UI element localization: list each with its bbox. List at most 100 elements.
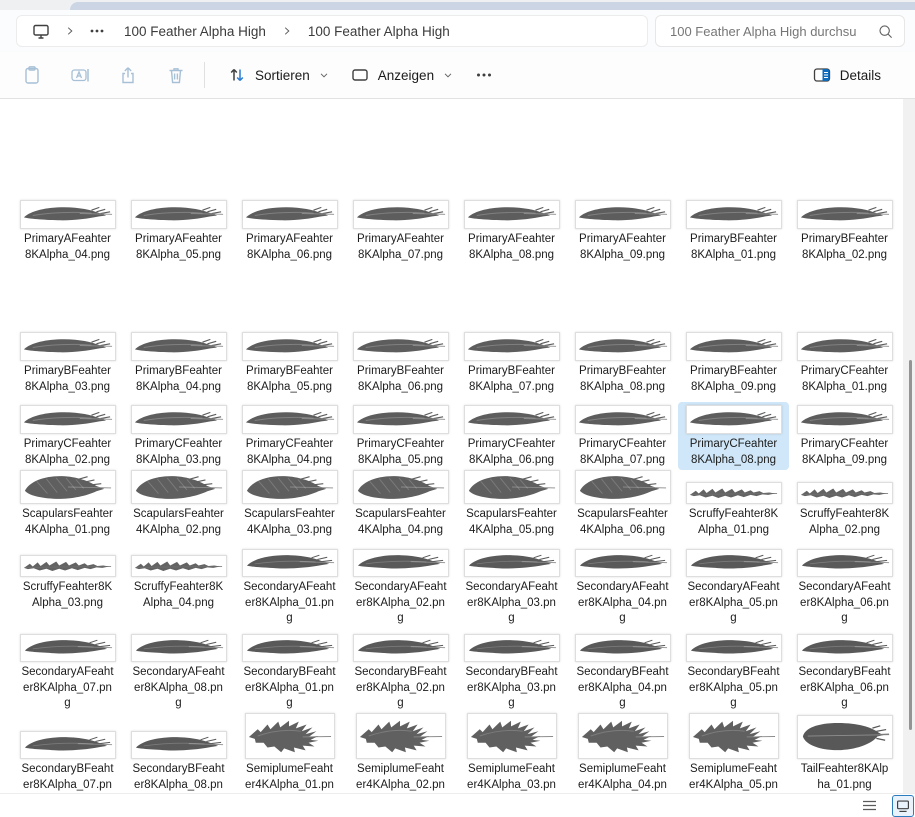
file-item[interactable]: ScapularsFeahter 4KAlpha_04.png [345,467,456,540]
breadcrumb-overflow-ellipsis[interactable] [85,23,109,39]
file-item[interactable]: PrimaryCFeahter 8KAlpha_03.png [123,402,234,470]
file-thumbnail [796,469,893,504]
feather-image [578,475,667,500]
vertical-scrollbar[interactable] [903,99,915,793]
file-item[interactable]: PrimaryAFeahter 8KAlpha_04.png [12,198,123,265]
file-item[interactable]: SecondaryAFeaht er8KAlpha_05.pn g [678,547,789,629]
file-name: SecondaryAFeaht er8KAlpha_01.pn g [243,581,336,624]
file-item[interactable]: PrimaryCFeahter 8KAlpha_02.png [12,402,123,470]
file-item[interactable]: SecondaryAFeaht er8KAlpha_02.pn g [345,547,456,629]
sort-button[interactable]: Sortieren [217,59,340,91]
file-thumbnail [19,469,116,504]
file-item[interactable]: SecondaryBFeaht er8KAlpha_01.pn g [234,630,345,714]
search-input[interactable] [668,22,877,40]
file-item[interactable]: ScruffyFeahter8K Alpha_04.png [123,547,234,629]
file-item[interactable]: PrimaryAFeahter 8KAlpha_05.png [123,198,234,265]
magnifier-icon[interactable] [877,23,894,40]
view-label: Anzeigen [377,67,435,83]
feather-image [245,475,334,500]
file-item[interactable]: PrimaryBFeahter 8KAlpha_03.png [12,329,123,397]
breadcrumb-item-current[interactable]: 100 Feather Alpha High [302,21,456,42]
view-button[interactable]: Anzeigen [340,59,464,91]
file-name: PrimaryBFeahter 8KAlpha_02.png [801,233,888,261]
toolbar-separator [204,62,205,88]
feather-image [358,720,443,753]
scrollbar-thumb[interactable] [909,360,912,730]
more-options-ellipsis-icon[interactable] [474,65,494,85]
file-item[interactable]: PrimaryCFeahter 8KAlpha_01.png [789,329,900,397]
file-thumbnail [241,469,338,504]
file-thumbnail [463,404,560,434]
details-pane-button[interactable]: Details [804,59,889,91]
file-item[interactable]: TailFeahter8KAlp ha_01.png [789,711,900,793]
grid-row: SecondaryAFeaht er8KAlpha_07.pn g Secondary… [12,630,900,714]
file-item[interactable]: SemiplumeFeahter4KAlpha_02.png [345,711,456,793]
file-item[interactable]: SecondaryAFeaht er8KAlpha_08.pn g [123,630,234,714]
file-item[interactable]: PrimaryCFeahter 8KAlpha_08.png [678,402,789,470]
feather-image [688,411,779,426]
file-item[interactable]: ScapularsFeahter 4KAlpha_06.png [567,467,678,540]
file-item[interactable]: ScruffyFeahter8K Alpha_03.png [12,547,123,629]
file-item[interactable]: ScapularsFeahter 4KAlpha_01.png [12,467,123,540]
file-item[interactable]: SecondaryAFeaht er8KAlpha_03.pn g [456,547,567,629]
file-name: SecondaryAFeaht er8KAlpha_08.pn g [132,666,225,709]
thumbnail-view-icon[interactable] [892,794,914,817]
feather-image [133,561,223,572]
file-item[interactable]: PrimaryBFeahter 8KAlpha_05.png [234,329,345,397]
file-item[interactable]: PrimaryAFeahter 8KAlpha_06.png [234,198,345,265]
file-item[interactable]: ScapularsFeahter 4KAlpha_02.png [123,467,234,540]
file-item[interactable]: PrimaryAFeahter 8KAlpha_07.png [345,198,456,265]
chevron-down-icon [318,69,330,81]
file-item[interactable]: PrimaryCFeahter 8KAlpha_09.png [789,402,900,470]
file-item[interactable]: SecondaryAFeaht er8KAlpha_06.pn g [789,547,900,629]
file-name: PrimaryBFeahter 8KAlpha_07.png [468,365,555,393]
file-name: ScapularsFeahter 4KAlpha_05.png [466,508,557,536]
file-item[interactable]: PrimaryAFeahter 8KAlpha_09.png [567,198,678,265]
file-item[interactable]: PrimaryCFeahter 8KAlpha_05.png [345,402,456,470]
file-item[interactable]: PrimaryCFeahter 8KAlpha_07.png [567,402,678,470]
file-item[interactable]: SecondaryAFeaht er8KAlpha_04.pn g [567,547,678,629]
file-item[interactable]: SecondaryAFeaht er8KAlpha_01.pn g [234,547,345,629]
delete-icon[interactable] [166,65,186,85]
file-item[interactable]: PrimaryCFeahter 8KAlpha_04.png [234,402,345,470]
file-item[interactable]: SecondaryBFeahter8KAlpha_08.png [123,711,234,793]
file-item[interactable]: PrimaryCFeahter 8KAlpha_06.png [456,402,567,470]
file-item[interactable]: SecondaryBFeahter8KAlpha_07.png [12,711,123,793]
file-item[interactable]: PrimaryBFeahter 8KAlpha_08.png [567,329,678,397]
file-item[interactable]: SecondaryBFeaht er8KAlpha_06.pn g [789,630,900,714]
file-item[interactable]: PrimaryBFeahter 8KAlpha_07.png [456,329,567,397]
file-item[interactable]: PrimaryBFeahter 8KAlpha_02.png [789,198,900,265]
list-view-icon[interactable] [858,796,880,816]
file-item[interactable]: SecondaryBFeaht er8KAlpha_03.pn g [456,630,567,714]
file-item[interactable]: SemiplumeFeahter4KAlpha_03.png [456,711,567,793]
window-top-band [70,2,915,10]
file-name: PrimaryCFeahter 8KAlpha_03.png [134,438,223,466]
file-item[interactable]: SecondaryBFeaht er8KAlpha_02.pn g [345,630,456,714]
chevron-right-icon [64,25,76,37]
file-name: SemiplumeFeahter4KAlpha_02.png [356,763,445,791]
paste-icon[interactable] [22,65,42,85]
file-item[interactable]: ScruffyFeahter8K Alpha_01.png [678,467,789,540]
file-item[interactable]: ScruffyFeahter8K Alpha_02.png [789,467,900,540]
file-name: PrimaryBFeahter 8KAlpha_06.png [357,365,444,393]
file-item[interactable]: SemiplumeFeahter4KAlpha_05.png [678,711,789,793]
grid-row: ScruffyFeahter8K Alpha_03.png ScruffyFeaht… [12,547,900,629]
file-item[interactable]: PrimaryBFeahter 8KAlpha_01.png [678,198,789,265]
feather-image [801,722,890,751]
file-item[interactable]: SecondaryBFeaht er8KAlpha_05.pn g [678,630,789,714]
file-item[interactable]: SemiplumeFeahter4KAlpha_01.png [234,711,345,793]
share-icon[interactable] [118,65,138,85]
file-item[interactable]: ScapularsFeahter 4KAlpha_05.png [456,467,567,540]
file-item[interactable]: SemiplumeFeahter4KAlpha_04.png [567,711,678,793]
file-item[interactable]: SecondaryAFeaht er8KAlpha_07.pn g [12,630,123,714]
file-item[interactable]: PrimaryBFeahter 8KAlpha_04.png [123,329,234,397]
file-item[interactable]: SecondaryBFeaht er8KAlpha_04.pn g [567,630,678,714]
this-pc-monitor-icon[interactable] [27,19,55,43]
breadcrumb-item-parent[interactable]: 100 Feather Alpha High [118,21,272,42]
file-item[interactable]: PrimaryBFeahter 8KAlpha_06.png [345,329,456,397]
feather-image [356,639,446,655]
file-item[interactable]: PrimaryBFeahter 8KAlpha_09.png [678,329,789,397]
file-item[interactable]: PrimaryAFeahter 8KAlpha_08.png [456,198,567,265]
rename-icon[interactable] [70,65,90,85]
file-item[interactable]: ScapularsFeahter 4KAlpha_03.png [234,467,345,540]
